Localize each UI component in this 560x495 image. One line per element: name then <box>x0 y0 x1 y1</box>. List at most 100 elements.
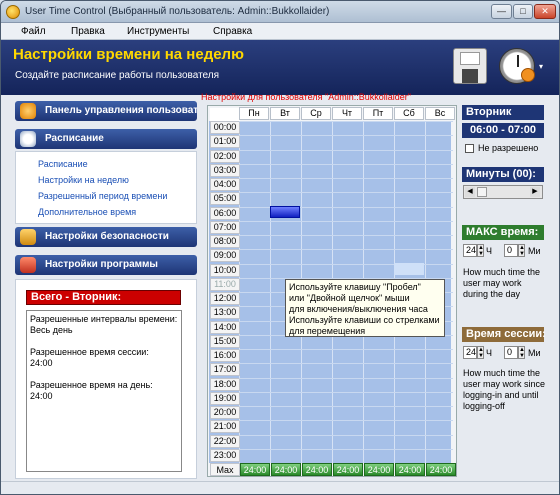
hour-label[interactable]: 07:00 <box>210 220 240 234</box>
grid-hline <box>239 163 453 165</box>
desc-line: logging-off <box>463 401 505 411</box>
tooltip-line: для включения/выключения часа <box>289 304 428 314</box>
minimize-button[interactable]: — <box>491 4 512 19</box>
day-header[interactable]: Вс <box>425 107 455 120</box>
not-allowed-label: Не разрешено <box>478 143 539 153</box>
minutes-stepper[interactable]: ▲ ▼ <box>518 244 525 257</box>
arrow-left-icon[interactable]: ◀ <box>465 187 475 197</box>
grid-hline <box>239 420 453 422</box>
hour-label[interactable]: 18:00 <box>210 377 240 391</box>
desc-line: user may work <box>463 278 522 288</box>
hour-label[interactable]: 20:00 <box>210 406 240 419</box>
selected-day: Вторник <box>462 105 544 120</box>
summary-line: Весь день <box>30 325 73 335</box>
lock-icon <box>20 229 36 245</box>
sidebar-item-schedule[interactable]: Расписание <box>15 129 197 149</box>
hour-label[interactable]: 17:00 <box>210 363 240 377</box>
summary-panel: Всего - Вторник: Разрешенные интервалы в… <box>15 279 197 479</box>
chevron-down-icon[interactable]: ▾ <box>539 62 543 71</box>
menu-edit[interactable]: Правка <box>71 26 105 37</box>
session-minutes-input[interactable]: 0 <box>504 346 518 359</box>
hour-label[interactable]: 02:00 <box>210 149 240 163</box>
max-value: 24:00 <box>426 463 456 476</box>
grid-cell[interactable] <box>394 263 424 275</box>
menu-file[interactable]: Файл <box>21 26 46 37</box>
sidebar-item-users[interactable]: Панель управления пользователями <box>15 101 197 121</box>
max-row-label: Max <box>210 463 240 476</box>
max-description: How much time the user may work during t… <box>463 267 540 300</box>
hour-label[interactable]: 06:00 <box>210 206 240 220</box>
day-header[interactable]: Чт <box>332 107 362 120</box>
hour-label[interactable]: 09:00 <box>210 249 240 263</box>
link-allowed-period[interactable]: Разрешенный период времени <box>38 191 167 201</box>
arrow-right-icon[interactable]: ▶ <box>530 187 540 197</box>
max-value: 24:00 <box>240 463 270 476</box>
hours-stepper[interactable]: ▲ ▼ <box>477 244 484 257</box>
max-hours-input[interactable]: 24 <box>463 244 477 257</box>
not-allowed-checkbox[interactable] <box>465 144 474 153</box>
day-header[interactable]: Пн <box>239 107 269 120</box>
grid-hline <box>239 220 453 222</box>
hour-label[interactable]: 16:00 <box>210 349 240 362</box>
hour-label[interactable]: 21:00 <box>210 420 240 434</box>
grid-hline <box>239 249 453 251</box>
hour-label[interactable]: 10:00 <box>210 263 240 277</box>
grid-hline <box>239 434 453 436</box>
minutes-scrollbar[interactable]: ◀ ▶ <box>463 185 543 199</box>
app-window: User Time Control (Выбранный пользовател… <box>0 0 560 495</box>
page-title: Настройки времени на неделю <box>13 46 244 63</box>
hour-label[interactable]: 03:00 <box>210 163 240 177</box>
day-header[interactable]: Пт <box>363 107 393 120</box>
link-schedule[interactable]: Расписание <box>38 159 88 169</box>
scroll-thumb[interactable] <box>477 187 487 197</box>
hour-label[interactable]: 01:00 <box>210 135 240 149</box>
link-extra-time[interactable]: Дополнительное время <box>38 207 136 217</box>
tools-icon <box>20 257 36 273</box>
max-value: 24:00 <box>364 463 394 476</box>
day-header[interactable]: Ср <box>301 107 331 120</box>
summary-line: Разрешенные интервалы времени: <box>30 314 178 324</box>
menu-help[interactable]: Справка <box>213 26 252 37</box>
hour-label[interactable]: 08:00 <box>210 235 240 248</box>
hour-label[interactable]: 19:00 <box>210 391 240 405</box>
hour-label[interactable]: 13:00 <box>210 306 240 320</box>
day-header[interactable]: Сб <box>394 107 424 120</box>
hour-label[interactable]: 15:00 <box>210 334 240 348</box>
hour-label[interactable]: 14:00 <box>210 320 240 334</box>
hour-label[interactable]: 12:00 <box>210 292 240 305</box>
hour-label[interactable]: 05:00 <box>210 192 240 206</box>
app-clock-icon <box>6 5 20 19</box>
session-hours-input[interactable]: 24 <box>463 346 477 359</box>
minutes-unit: Ми <box>528 348 541 358</box>
users-icon <box>20 103 36 119</box>
hour-label[interactable]: 00:00 <box>210 121 240 134</box>
selected-cell[interactable] <box>270 206 300 218</box>
max-minutes-input[interactable]: 0 <box>504 244 518 257</box>
hours-unit: Ч <box>486 246 492 256</box>
maximize-button[interactable]: □ <box>513 4 533 19</box>
tooltip: Используйте клавишу "Пробел" или "Двойно… <box>285 279 445 337</box>
day-header[interactable]: Вт <box>270 107 300 120</box>
tooltip-line: для перемещения <box>289 326 366 336</box>
save-icon[interactable] <box>453 48 487 84</box>
title-bar[interactable]: User Time Control (Выбранный пользовател… <box>1 1 559 23</box>
grid-hline <box>239 406 453 407</box>
sidebar-item-program[interactable]: Настройки программы <box>15 255 197 275</box>
tooltip-line: Используйте клавиши со стрелками <box>289 315 440 325</box>
session-hours-stepper[interactable]: ▲ ▼ <box>477 346 484 359</box>
grid-hline <box>239 363 453 365</box>
summary-line: Разрешенное время сессии: <box>30 347 149 357</box>
hour-label[interactable]: 22:00 <box>210 434 240 448</box>
desc-line: How much time the <box>463 267 541 277</box>
hour-label[interactable]: 04:00 <box>210 178 240 191</box>
hour-label[interactable]: 11:00 <box>210 277 240 291</box>
close-button[interactable]: ✕ <box>534 4 556 19</box>
desc-line: during the day <box>463 289 521 299</box>
desc-line: user may work since <box>463 379 546 389</box>
link-week-settings[interactable]: Настройки на неделю <box>38 175 129 185</box>
sidebar-item-security[interactable]: Настройки безопасности <box>15 227 197 247</box>
window-title: User Time Control (Выбранный пользовател… <box>25 6 330 17</box>
session-minutes-stepper[interactable]: ▲ ▼ <box>518 346 525 359</box>
menu-tools[interactable]: Инструменты <box>127 26 189 37</box>
hour-label[interactable]: 23:00 <box>210 448 240 462</box>
